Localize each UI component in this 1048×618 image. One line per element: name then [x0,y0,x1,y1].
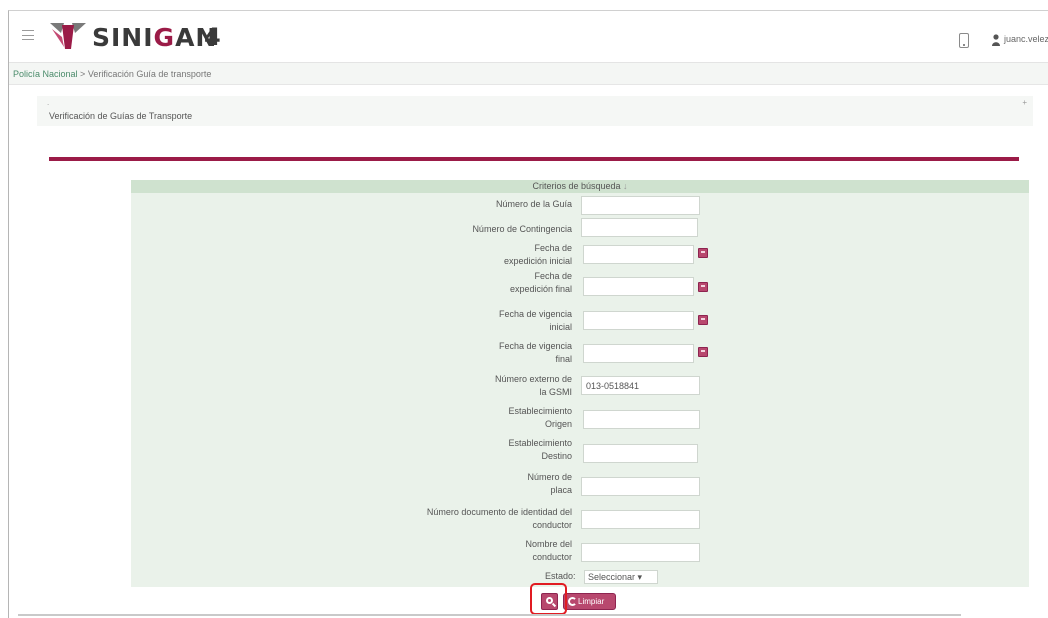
label-numero-placa: Número de placa [527,472,572,495]
calendar-icon[interactable] [698,248,708,258]
numero-placa-input[interactable] [581,477,700,496]
breadcrumb-separator: > [77,69,88,79]
user-name-link[interactable]: juanc.velez [1004,34,1048,44]
calendar-icon[interactable] [698,282,708,292]
numero-externo-gsmi-input[interactable]: 013-0518841 [581,376,700,395]
refresh-icon [568,597,577,606]
app-version: 4 [204,23,221,51]
nombre-conductor-input[interactable] [581,543,700,562]
panel-marker: . [47,98,50,107]
fecha-vigencia-inicial-input[interactable] [583,311,694,330]
page-title: Verificación de Guías de Transporte [49,111,193,121]
fecha-expedicion-inicial-input[interactable] [583,245,694,264]
section-divider [49,157,1019,161]
fecha-expedicion-final-input[interactable] [583,277,694,296]
establecimiento-destino-input[interactable] [583,444,698,463]
label-establecimiento-destino: Establecimiento Destino [508,438,572,461]
panel-header: . + Verificación de Guías de Transporte [37,96,1033,126]
top-navbar: SINIGAN 4 juanc.velez [9,11,1048,63]
user-icon [992,34,1000,46]
calendar-icon[interactable] [698,347,708,357]
calendar-icon[interactable] [698,315,708,325]
label-numero-guia: Número de la Guía [495,199,572,209]
search-criteria-panel: Criterios de búsqueda ↓ [131,180,1029,587]
label-nombre-conductor: Nombre del conductor [525,539,572,562]
numero-guia-input[interactable] [581,196,700,215]
tablet-icon[interactable] [959,33,969,48]
fecha-vigencia-final-input[interactable] [583,344,694,363]
sinigan-logo-icon [50,23,86,49]
app-logo-text: SINIGAN [92,23,218,52]
label-documento-conductor: Número documento de identidad del conduct… [426,507,572,530]
label-numero-externo-gsmi: Número externo de la GSMI [494,374,572,397]
label-fecha-expedicion-inicial: Fecha de expedición inicial [503,243,572,266]
label-fecha-vigencia-final: Fecha de vigencia final [498,341,572,364]
breadcrumb-current: Verificación Guía de transporte [87,69,212,79]
label-numero-contingencia: Número de Contingencia [472,224,572,234]
search-button[interactable] [541,593,558,610]
clear-button[interactable]: Limpiar [563,593,616,610]
label-fecha-expedicion-final: Fecha de expedición final [509,271,572,294]
label-fecha-vigencia-inicial: Fecha de vigencia inicial [498,309,572,332]
breadcrumb-parent-link[interactable]: Policía Nacional [13,69,78,79]
documento-conductor-input[interactable] [581,510,700,529]
search-criteria-header[interactable]: Criterios de búsqueda ↓ [131,180,1029,193]
panel-collapse-toggle[interactable]: + [1022,98,1027,107]
numero-contingencia-input[interactable] [581,218,698,237]
footer-divider [18,614,961,616]
label-estado: Estado: [545,571,576,581]
menu-hamburger-icon[interactable] [22,30,34,40]
chevron-down-icon: ▾ [637,572,643,582]
establecimiento-origen-input[interactable] [583,410,700,429]
breadcrumb: Policía Nacional > Verificación Guía de … [9,63,1048,85]
label-establecimiento-origen: Establecimiento Origen [508,406,572,429]
estado-select[interactable]: Seleccionar ▾ [584,570,658,584]
